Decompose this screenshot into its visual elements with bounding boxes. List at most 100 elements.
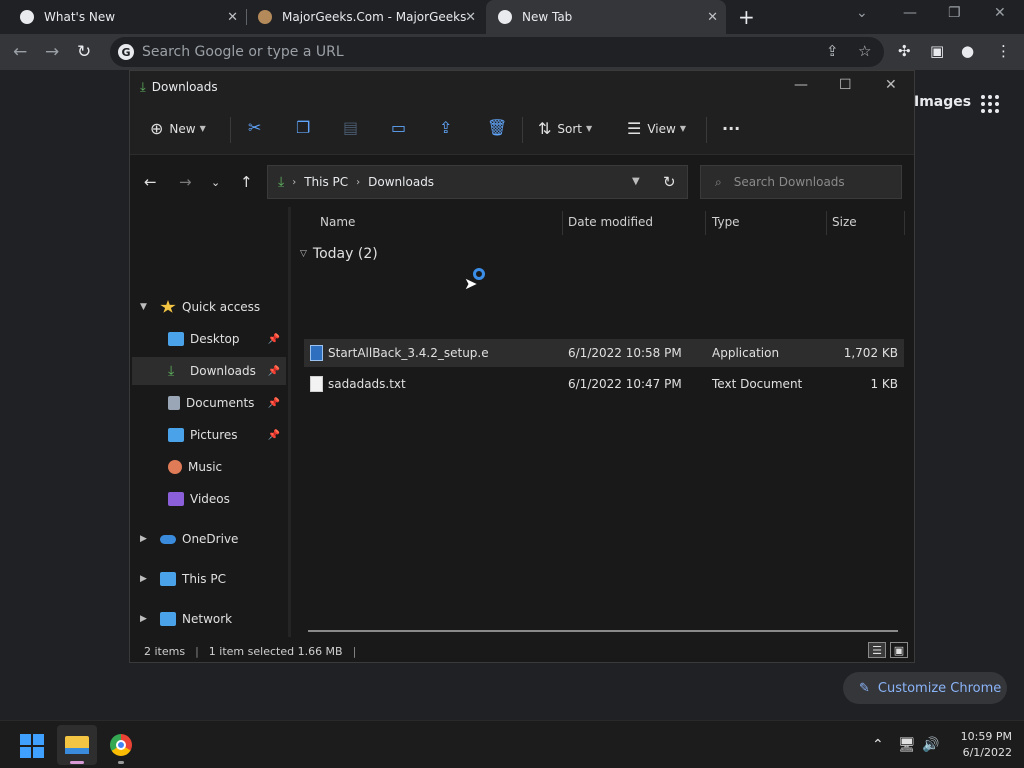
taskbar-chrome[interactable] <box>101 725 141 765</box>
explorer-title-bar: ⤓ Downloads — ☐ ✕ <box>130 71 914 103</box>
close-tab-icon[interactable]: ✕ <box>707 10 718 25</box>
separator <box>706 117 707 143</box>
address-dropdown-icon[interactable]: ▼ <box>632 176 640 187</box>
bookmark-star-icon[interactable]: ☆ <box>858 42 871 60</box>
address-box[interactable]: ⤓ › This PC › Downloads <box>267 165 688 199</box>
side-panel-icon[interactable]: ▣ <box>930 42 944 60</box>
status-separator: | <box>352 644 357 658</box>
back-arrow-icon[interactable]: ← <box>144 173 157 191</box>
delete-icon[interactable]: 🗑 <box>487 118 507 137</box>
chrome-icon <box>110 734 132 756</box>
customize-chrome-button[interactable]: ✎ Customize Chrome <box>843 672 1007 704</box>
new-button[interactable]: ⊕ New ▼ <box>150 119 206 138</box>
share-icon[interactable]: ⇪ <box>439 118 452 137</box>
volume-icon[interactable]: 🔊 <box>922 737 939 753</box>
tab-search-icon[interactable]: ⌄ <box>856 5 868 21</box>
expand-chevron-icon[interactable]: ▶ <box>140 614 147 624</box>
nav-item-desktop[interactable]: Desktop 📌 <box>132 325 286 353</box>
group-header-today[interactable]: ▽ Today (2) <box>300 246 378 262</box>
breadcrumb-downloads[interactable]: Downloads <box>368 175 434 189</box>
nav-item-this-pc[interactable]: ▶ This PC <box>132 565 286 593</box>
google-apps-icon[interactable] <box>981 95 999 113</box>
expand-chevron-icon[interactable]: ▶ <box>140 534 147 544</box>
chrome-menu-icon[interactable]: ⋮ <box>996 42 1011 60</box>
nav-item-music[interactable]: Music <box>132 453 286 481</box>
nav-item-downloads[interactable]: ⤓ Downloads 📌 <box>132 357 286 385</box>
nav-item-quick-access[interactable]: ▼ Quick access <box>132 293 286 321</box>
column-separator[interactable] <box>705 211 706 235</box>
nav-item-onedrive[interactable]: ▶ OneDrive <box>132 525 286 553</box>
tab-whats-new[interactable]: What's New ✕ <box>0 0 246 34</box>
windows-start-icon[interactable] <box>20 734 44 758</box>
minimize-icon[interactable]: — <box>903 5 917 21</box>
cut-icon[interactable]: ✂ <box>248 118 261 137</box>
column-header-size[interactable]: Size <box>832 215 857 229</box>
nav-item-pictures[interactable]: Pictures 📌 <box>132 421 286 449</box>
rename-icon[interactable]: ▭ <box>391 118 406 137</box>
close-tab-icon[interactable]: ✕ <box>465 10 476 25</box>
details-view-icon[interactable]: ☰ <box>868 642 886 658</box>
paste-icon[interactable]: ▤ <box>343 118 358 137</box>
forward-arrow-icon[interactable]: → <box>179 173 192 191</box>
maximize-icon[interactable]: ☐ <box>839 77 852 93</box>
column-header-date-modified[interactable]: Date modified <box>568 215 653 229</box>
column-separator[interactable] <box>904 211 905 235</box>
table-row[interactable]: sadadads.txt 6/1/2022 10:47 PM Text Docu… <box>304 370 904 398</box>
tab-majorgeeks[interactable]: MajorGeeks.Com - MajorGeeks ✕ <box>248 0 484 34</box>
expand-chevron-icon[interactable]: ▼ <box>140 302 147 312</box>
close-window-icon[interactable]: ✕ <box>994 5 1006 21</box>
omnibox[interactable]: G Search Google or type a URL <box>110 37 884 67</box>
videos-icon <box>168 492 184 506</box>
up-arrow-icon[interactable]: ↑ <box>240 173 253 191</box>
new-tab-button[interactable]: + <box>738 5 755 29</box>
breadcrumb-this-pc[interactable]: This PC <box>304 175 348 189</box>
nav-label: Music <box>188 460 223 474</box>
forward-arrow-icon[interactable]: → <box>45 42 59 62</box>
omnibox-placeholder: Search Google or type a URL <box>142 44 344 60</box>
search-placeholder: Search Downloads <box>733 175 845 189</box>
taskbar-file-explorer[interactable] <box>57 725 97 765</box>
back-arrow-icon[interactable]: ← <box>13 42 27 62</box>
nav-item-network[interactable]: ▶ Network <box>132 605 286 633</box>
large-icons-view-icon[interactable]: ▣ <box>890 642 908 658</box>
column-header-type[interactable]: Type <box>712 215 740 229</box>
refresh-icon[interactable]: ↻ <box>663 173 676 191</box>
expand-chevron-icon[interactable]: ▶ <box>140 574 147 584</box>
reload-icon[interactable]: ↻ <box>77 42 91 62</box>
restore-icon[interactable]: ❐ <box>948 5 961 21</box>
column-header-name[interactable]: Name <box>320 215 355 229</box>
recent-locations-chevron-icon[interactable]: ⌄ <box>211 176 220 189</box>
extensions-puzzle-icon[interactable]: ✣ <box>898 42 911 60</box>
chevron-down-icon: ▼ <box>679 124 686 133</box>
view-button[interactable]: ☰ View ▼ <box>627 119 686 138</box>
images-link[interactable]: Images <box>914 94 971 110</box>
breadcrumb-separator-icon: › <box>292 176 297 188</box>
nav-item-videos[interactable]: Videos <box>132 485 286 513</box>
tab-title: MajorGeeks.Com - MajorGeeks <box>282 10 467 24</box>
show-hidden-icons-chevron-icon[interactable]: ⌃ <box>872 737 884 753</box>
explorer-title: Downloads <box>151 80 218 94</box>
close-window-icon[interactable]: ✕ <box>885 77 897 93</box>
profile-avatar-icon[interactable]: ● <box>961 42 974 60</box>
nav-item-documents[interactable]: Documents 📌 <box>132 389 286 417</box>
share-icon[interactable]: ⇪ <box>826 42 839 60</box>
column-separator[interactable] <box>826 211 827 235</box>
star-icon <box>160 300 176 313</box>
pane-splitter[interactable] <box>288 207 291 637</box>
tab-new-tab[interactable]: New Tab ✕ <box>486 0 726 34</box>
copy-icon[interactable]: ❐ <box>296 118 310 137</box>
sort-icon: ⇅ <box>538 119 552 138</box>
table-row[interactable]: StartAllBack_3.4.2_setup.e 6/1/2022 10:5… <box>304 339 904 367</box>
see-more-button[interactable]: ··· <box>722 119 740 138</box>
text-file-icon <box>310 376 323 392</box>
search-downloads-input[interactable]: ⌕ Search Downloads <box>700 165 902 199</box>
column-separator[interactable] <box>562 211 563 235</box>
close-tab-icon[interactable]: ✕ <box>227 10 238 25</box>
horizontal-scrollbar[interactable] <box>308 630 898 632</box>
status-separator: | <box>195 644 199 658</box>
sort-button[interactable]: ⇅ Sort ▼ <box>538 119 592 138</box>
system-clock[interactable]: 10:59 PM 6/1/2022 <box>950 729 1012 761</box>
minimize-icon[interactable]: — <box>794 77 808 93</box>
pictures-icon <box>168 428 184 442</box>
network-status-icon[interactable]: 🖥 <box>898 737 916 753</box>
